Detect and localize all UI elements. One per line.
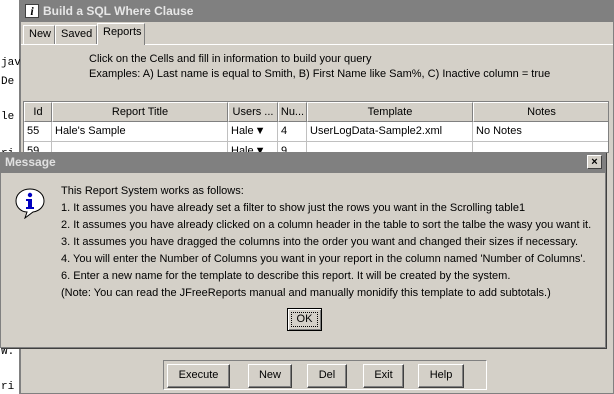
- ok-button[interactable]: OK: [287, 308, 322, 331]
- message-step: 2. It assumes you have already clicked o…: [61, 219, 592, 231]
- message-step: 3. It assumes you have dragged the colum…: [61, 236, 579, 248]
- tab-reports[interactable]: Reports: [97, 23, 145, 45]
- delete-button[interactable]: Del: [307, 364, 347, 388]
- editor-line: jav: [1, 57, 21, 69]
- execute-button[interactable]: Execute: [167, 364, 230, 388]
- editor-line: ri: [1, 381, 15, 393]
- message-step: 4. You will enter the Number of Columns …: [61, 253, 586, 265]
- cell-number[interactable]: 4: [278, 122, 307, 142]
- java-cup-icon: i: [25, 4, 39, 18]
- instruction-text: Click on the Cells and fill in informati…: [89, 53, 372, 65]
- message-dialog: Message × This Report System works as fo…: [0, 152, 606, 348]
- new-button[interactable]: New: [248, 364, 292, 388]
- column-header-notes[interactable]: Notes: [473, 102, 608, 122]
- column-header-id[interactable]: Id: [24, 102, 52, 122]
- cell-users[interactable]: Hale▼: [228, 122, 278, 142]
- button-bar: Execute New Del Exit Help: [163, 360, 487, 390]
- column-header-number[interactable]: Nu...: [278, 102, 307, 122]
- dropdown-arrow-icon[interactable]: ▼: [255, 125, 266, 137]
- window-titlebar[interactable]: i Build a SQL Where Clause: [21, 1, 613, 22]
- focus-ring: [291, 312, 318, 327]
- examples-text: Examples: A) Last name is equal to Smith…: [89, 68, 551, 80]
- cell-id[interactable]: 55: [24, 122, 52, 142]
- information-icon: [15, 188, 45, 219]
- exit-button[interactable]: Exit: [363, 364, 404, 388]
- dialog-title: Message: [5, 155, 56, 169]
- close-icon[interactable]: ×: [587, 155, 602, 169]
- table-header: Id Report Title Users ... Nu... Template…: [24, 102, 608, 122]
- editor-line: le: [1, 111, 15, 123]
- cell-report-title[interactable]: Hale's Sample: [52, 122, 228, 142]
- help-button[interactable]: Help: [418, 364, 464, 388]
- cell-template[interactable]: UserLogData-Sample2.xml: [307, 122, 473, 142]
- editor-line: De: [1, 76, 15, 88]
- cell-notes[interactable]: No Notes: [473, 122, 608, 142]
- message-note: (Note: You can read the JFreeReports man…: [61, 287, 551, 299]
- reports-table: Id Report Title Users ... Nu... Template…: [23, 101, 609, 153]
- column-header-template[interactable]: Template: [307, 102, 473, 122]
- table-row[interactable]: 55 Hale's Sample Hale▼ 4 UserLogData-Sam…: [24, 122, 608, 142]
- cell-users-value: Hale: [231, 125, 254, 137]
- tab-new[interactable]: New: [23, 25, 55, 44]
- window-title: Build a SQL Where Clause: [43, 4, 194, 18]
- tab-saved[interactable]: Saved: [55, 25, 97, 44]
- message-step: 6. Enter a new name for the template to …: [61, 270, 511, 282]
- dialog-titlebar[interactable]: Message ×: [1, 153, 605, 173]
- column-header-report-title[interactable]: Report Title: [52, 102, 228, 122]
- message-step: 1. It assumes you have already set a fil…: [61, 202, 526, 214]
- message-heading: This Report System works as follows:: [61, 185, 244, 197]
- column-header-users[interactable]: Users ...: [228, 102, 278, 122]
